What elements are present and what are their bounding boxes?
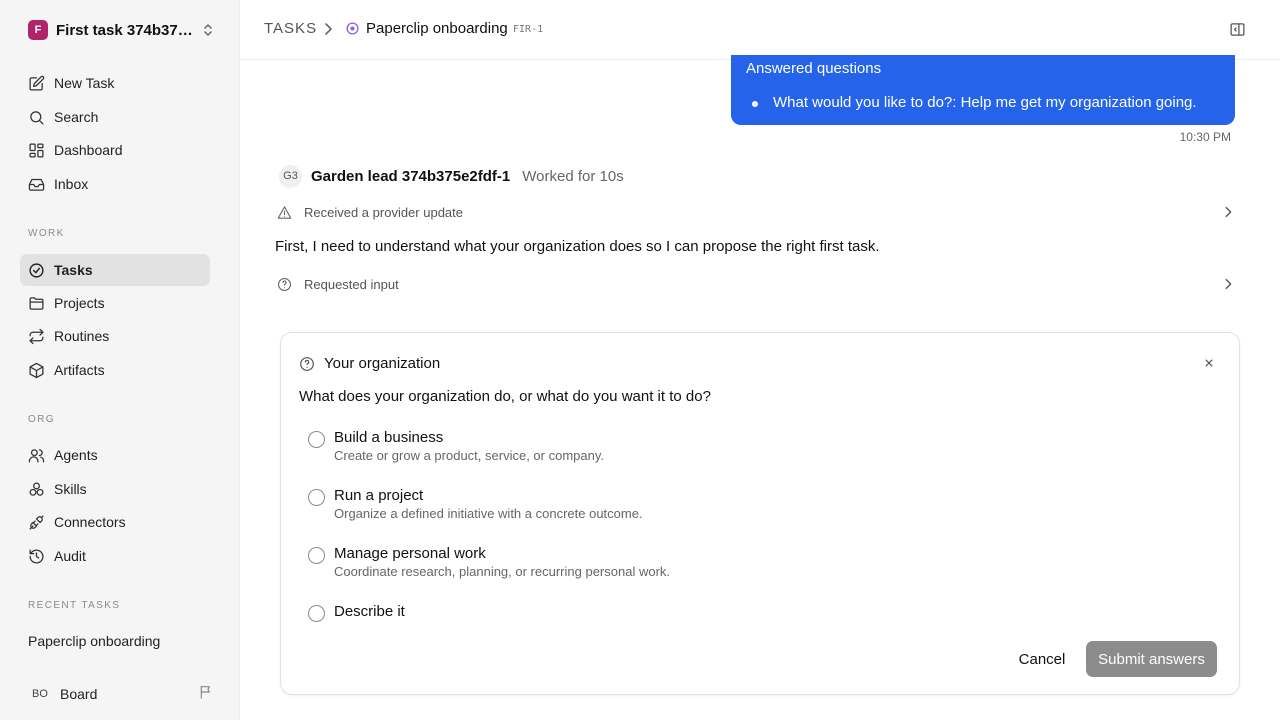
plug-icon (29, 514, 44, 530)
nav-projects[interactable]: Projects (20, 287, 210, 319)
event-requested-input[interactable]: Requested input (277, 274, 1233, 294)
chevron-up-down-icon (202, 23, 214, 37)
edit-icon (29, 75, 45, 91)
question-title: Your organization (324, 355, 441, 372)
section-label-work: WORK (28, 228, 65, 239)
agent-work-duration: Worked for 10s (522, 167, 624, 185)
skills-icon (29, 481, 44, 496)
nav-label: Dashboard (54, 142, 123, 158)
warning-icon (277, 205, 292, 219)
flag-icon[interactable] (198, 684, 214, 705)
option-title: Describe it (334, 603, 405, 620)
option-description: Create or grow a product, service, or co… (334, 448, 604, 463)
nav-label: Artifacts (54, 362, 105, 378)
question-circle-icon (278, 277, 291, 291)
event-label: Requested input (304, 276, 399, 292)
dashboard-icon (29, 142, 44, 158)
nav-inbox[interactable]: Inbox (20, 168, 210, 200)
recent-task-item[interactable]: Paperclip onboarding (28, 633, 160, 649)
user-name: Board (60, 686, 98, 702)
folder-icon (29, 296, 44, 310)
nav-connectors[interactable]: Connectors (20, 506, 210, 538)
nav-audit[interactable]: Audit (20, 540, 210, 572)
avatar: BO (32, 688, 48, 700)
nav-search[interactable]: Search (20, 101, 210, 133)
question-prompt: What does your organization do, or what … (299, 388, 711, 405)
option-manage-personal-work[interactable]: Manage personal work Coordinate research… (308, 545, 1008, 579)
section-label-org: ORG (28, 414, 55, 425)
option-description: Coordinate research, planning, or recurr… (334, 564, 671, 579)
chevron-right-icon (1225, 206, 1232, 218)
nav-label: New Task (54, 75, 115, 91)
cancel-button[interactable]: Cancel (1009, 642, 1075, 676)
inbox-icon (28, 178, 45, 191)
sidebar: F First task 374b375e2fdf-1 New Task Sea… (0, 0, 240, 720)
nav-label: Skills (54, 481, 87, 497)
question-circle-icon (300, 356, 314, 371)
workspace-name: First task 374b375e2fdf-1 (56, 21, 196, 39)
nav-agents[interactable]: Agents (20, 439, 210, 471)
nav-label: Connectors (54, 514, 126, 530)
option-build-business[interactable]: Build a business Create or grow a produc… (308, 429, 1008, 463)
option-title: Build a business (334, 429, 444, 446)
radio-button[interactable] (308, 605, 325, 622)
event-provider-update[interactable]: Received a provider update (277, 202, 1233, 222)
question-header: Your organization (299, 355, 440, 372)
submit-answers-button[interactable]: Submit answers (1086, 641, 1217, 677)
workspace-switcher[interactable]: F First task 374b375e2fdf-1 (28, 19, 214, 41)
answered-item: What would you like to do?: Help me get … (773, 94, 1197, 111)
message-timestamp: 10:30 PM (1179, 130, 1231, 144)
task-id: FIR-1 (513, 24, 544, 35)
box-icon (29, 362, 44, 378)
chevron-right-icon (323, 21, 333, 42)
radio-button[interactable] (308, 431, 325, 448)
breadcrumb-root[interactable]: TASKS (264, 20, 317, 37)
history-icon (29, 548, 44, 564)
nav-label: Projects (54, 295, 105, 311)
nav-label: Inbox (54, 176, 89, 192)
section-label-recent: RECENT TASKS (28, 600, 121, 611)
nav-tasks[interactable]: Tasks (20, 254, 210, 286)
chevron-right-icon (1225, 278, 1232, 290)
radio-button[interactable] (308, 547, 325, 564)
agent-header: G3 Garden lead 374b375e2fdf-1 Worked for… (279, 164, 624, 188)
nav-label: Tasks (54, 262, 93, 278)
status-circle-icon (346, 22, 359, 40)
bullet (752, 101, 758, 107)
close-icon[interactable] (1202, 356, 1216, 370)
nav-skills[interactable]: Skills (20, 473, 210, 505)
nav-new-task[interactable]: New Task (20, 67, 210, 99)
check-circle-icon (29, 262, 44, 278)
nav-label: Routines (54, 328, 110, 344)
nav-label: Agents (54, 447, 98, 463)
workspace-logo-initial: F (34, 24, 42, 36)
user-menu[interactable]: BO Board (28, 683, 214, 705)
search-icon (30, 110, 44, 125)
top-bar: TASKS Paperclip onboarding FIR-1 (240, 0, 1280, 60)
nav-routines[interactable]: Routines (20, 320, 210, 352)
agent-message: First, I need to understand what your or… (275, 238, 880, 255)
option-title: Run a project (334, 487, 424, 504)
answered-questions-title: Answered questions (746, 60, 882, 77)
workspace-logo: F (28, 20, 48, 40)
option-title: Manage personal work (334, 545, 486, 562)
event-label: Received a provider update (304, 204, 463, 220)
answered-questions-bubble: Answered questions What would you like t… (731, 55, 1235, 125)
nav-artifacts[interactable]: Artifacts (20, 354, 210, 386)
nav-label: Audit (54, 548, 86, 564)
option-run-project[interactable]: Run a project Organize a defined initiat… (308, 487, 1008, 521)
option-description: Organize a defined initiative with a con… (334, 506, 643, 521)
nav-dashboard[interactable]: Dashboard (20, 134, 210, 166)
users-icon (28, 448, 45, 463)
radio-button[interactable] (308, 489, 325, 506)
question-card: Your organization What does your organiz… (280, 332, 1240, 695)
agent-name: Garden lead 374b375e2fdf-1 (311, 167, 511, 185)
agent-avatar: G3 (279, 164, 302, 188)
page-title: Paperclip onboarding (366, 20, 508, 37)
option-describe-it[interactable]: Describe it (308, 603, 1008, 623)
toggle-panel-icon[interactable] (1229, 21, 1246, 43)
nav-label: Search (54, 109, 99, 125)
repeat-icon (29, 328, 44, 344)
